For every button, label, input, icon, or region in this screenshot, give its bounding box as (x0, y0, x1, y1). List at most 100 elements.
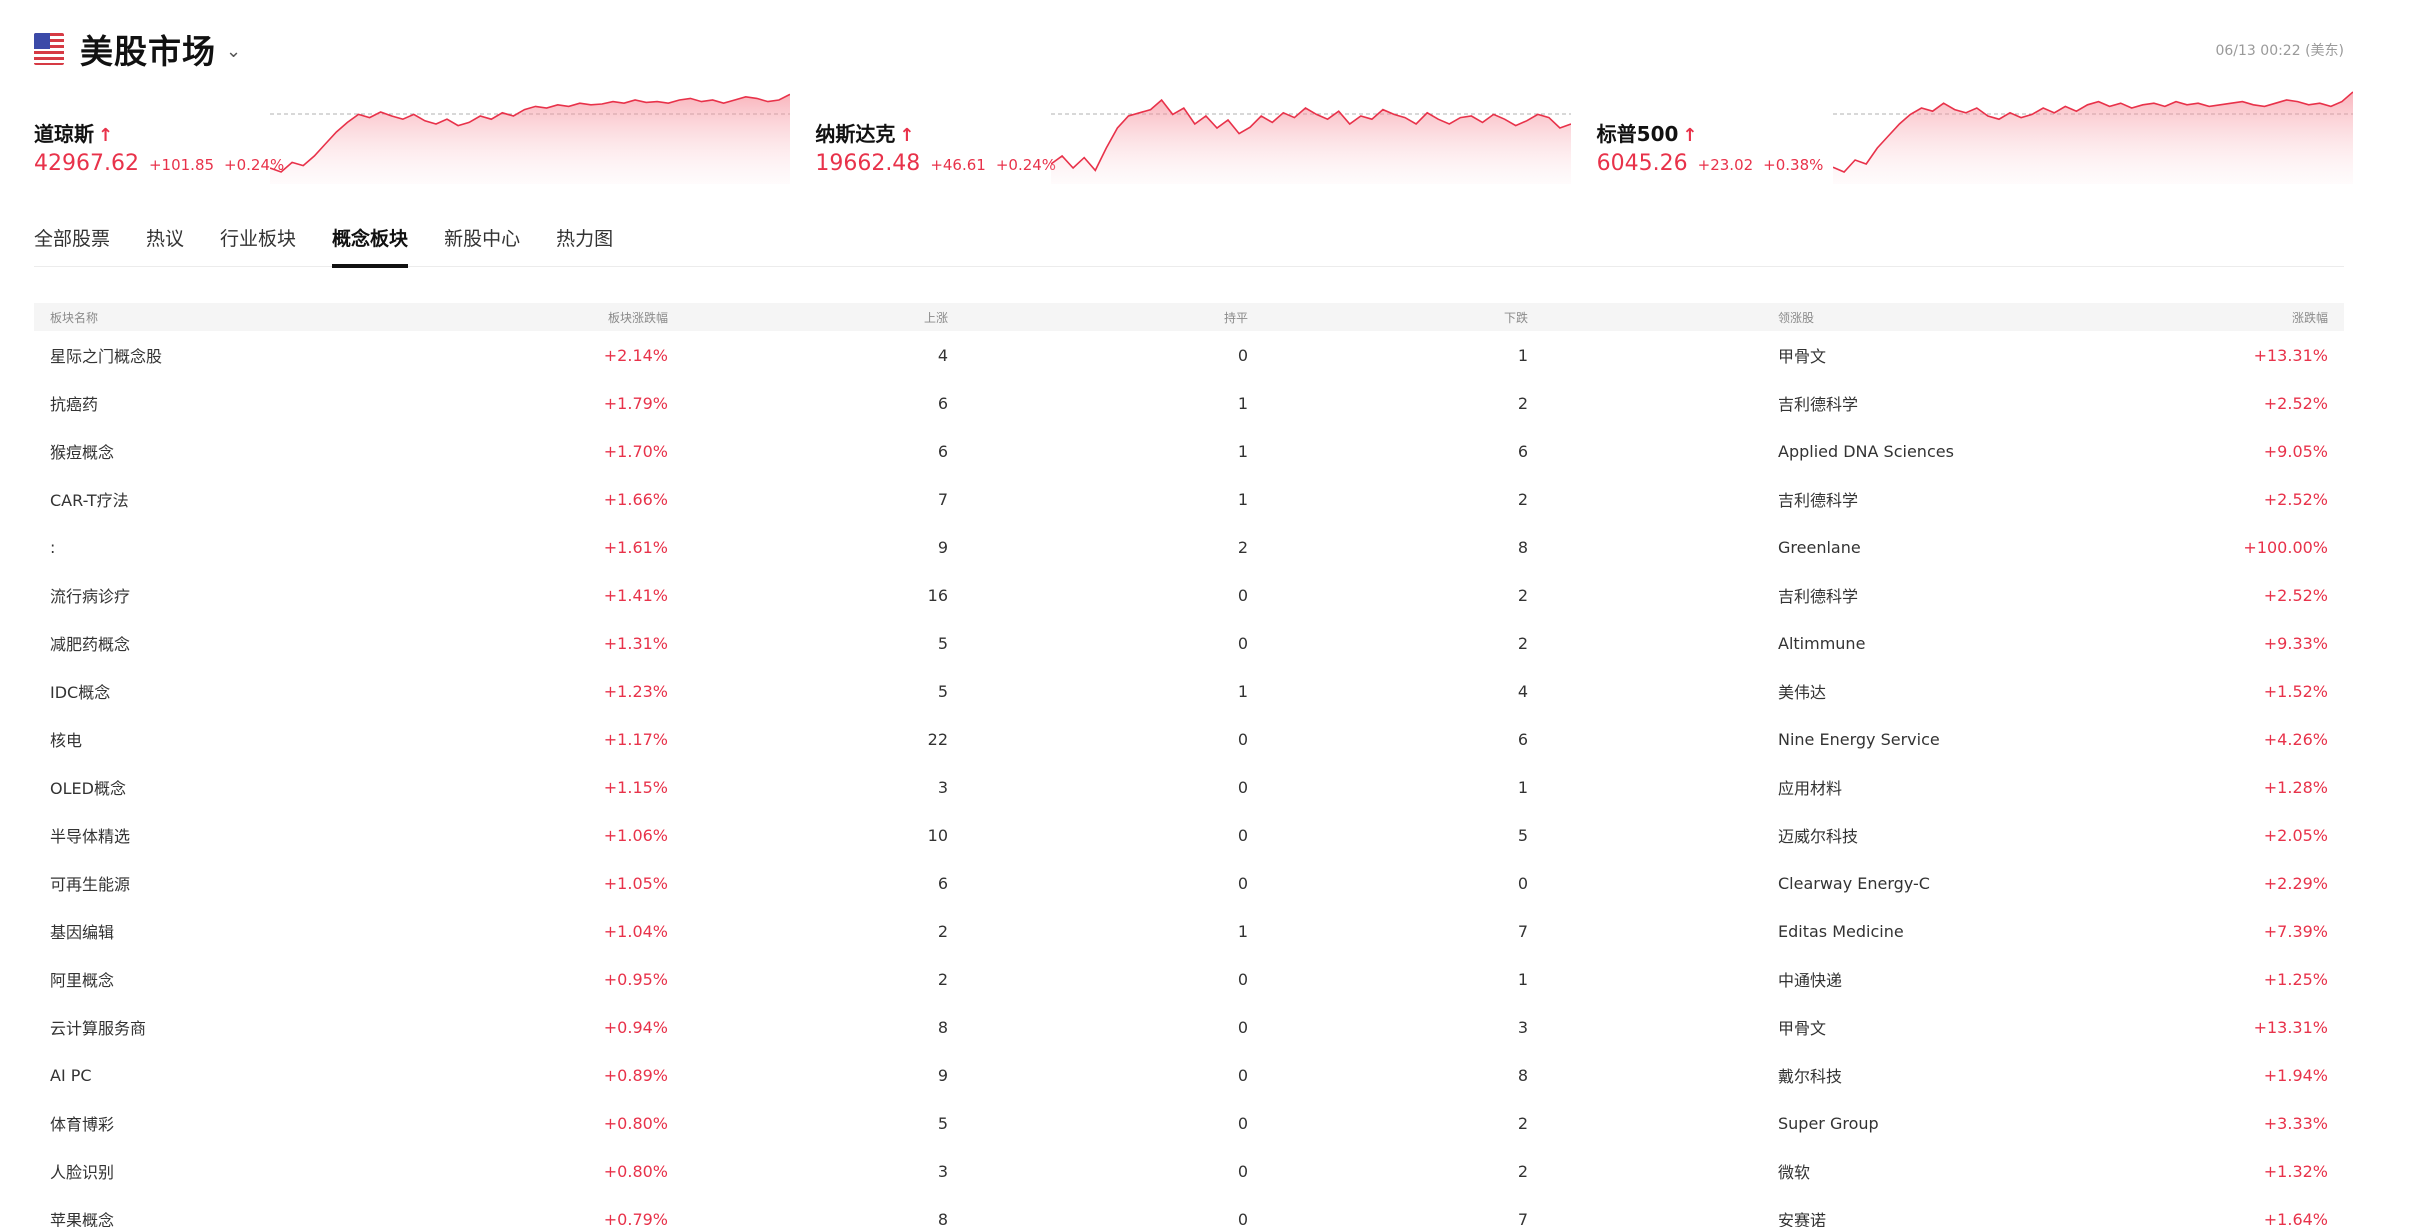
table-row[interactable]: 流行病诊疗 +1.41% 16 0 2 吉利德科学 +2.52% (34, 571, 2344, 619)
leading-stock[interactable]: Nine Energy Service (1528, 730, 2130, 749)
header-sector-change[interactable]: 板块涨跌幅 (558, 309, 668, 326)
up-count: 2 (937, 969, 948, 989)
down-count: 8 (1517, 537, 1528, 557)
leading-stock[interactable]: 安赛诺 (1528, 1207, 2130, 1227)
leading-stock[interactable]: 吉利德科学 (1528, 487, 2130, 511)
index-name: 纳斯达克 (815, 122, 896, 146)
leading-stock[interactable]: 迈威尔科技 (1528, 823, 2130, 847)
flat-count: 1 (1237, 393, 1248, 413)
leading-stock[interactable]: Applied DNA Sciences (1528, 442, 2130, 461)
up-count: 6 (937, 873, 948, 893)
leading-stock[interactable]: 戴尔科技 (1528, 1063, 2130, 1087)
flat-count: 1 (1237, 681, 1248, 701)
sparkline-area (1051, 100, 1572, 184)
leading-stock[interactable]: 甲骨文 (1528, 343, 2130, 367)
table-row[interactable]: 人脸识别 +0.80% 3 0 2 微软 +1.32% (34, 1147, 2344, 1195)
leading-stock[interactable]: 吉利德科学 (1528, 583, 2130, 607)
tab-ipo-center[interactable]: 新股中心 (444, 222, 520, 267)
tab-all-stocks[interactable]: 全部股票 (34, 222, 110, 267)
leading-stock[interactable]: 应用材料 (1528, 775, 2130, 799)
chevron-down-icon[interactable]: ⌄ (226, 41, 241, 62)
down-count: 7 (1517, 921, 1528, 941)
tab-hot-discussion[interactable]: 热议 (146, 222, 184, 267)
leading-stock[interactable]: Greenlane (1528, 538, 2130, 557)
table-row[interactable]: 抗癌药 +1.79% 6 1 2 吉利德科学 +2.52% (34, 379, 2344, 427)
table-row[interactable]: 星际之门概念股 +2.14% 4 0 1 甲骨文 +13.31% (34, 331, 2344, 379)
leading-change: +100.00% (2243, 537, 2328, 557)
leading-stock[interactable]: Altimmune (1528, 634, 2130, 653)
header-sector-name[interactable]: 板块名称 (34, 309, 558, 326)
down-count: 1 (1517, 345, 1528, 365)
sector-name: 星际之门概念股 (50, 347, 163, 366)
table-row[interactable]: 云计算服务商 +0.94% 8 0 3 甲骨文 +13.31% (34, 1003, 2344, 1051)
flat-count: 0 (1237, 729, 1248, 749)
leading-stock[interactable]: Editas Medicine (1528, 922, 2130, 941)
flat-count: 0 (1237, 825, 1248, 845)
sector-change: +1.06% (603, 825, 668, 845)
up-count: 3 (937, 1161, 948, 1181)
flat-count: 1 (1237, 489, 1248, 509)
header-down-count[interactable]: 下跌 (1248, 309, 1528, 326)
header-up-count[interactable]: 上涨 (668, 309, 948, 326)
index-card-sp500[interactable]: 标普500 ↑ 6045.26 +23.02 +0.38% (1597, 84, 2353, 184)
leading-change: +1.64% (2263, 1209, 2328, 1227)
up-count: 22 (927, 729, 948, 749)
up-count: 9 (937, 537, 948, 557)
sector-change: +1.17% (603, 729, 668, 749)
table-row[interactable]: 可再生能源 +1.05% 6 0 0 Clearway Energy-C +2.29% (34, 859, 2344, 907)
sector-table: 板块名称 板块涨跌幅 上涨 持平 下跌 领涨股 涨跌幅 星际之门概念股 +2.14… (34, 303, 2344, 1227)
table-row[interactable]: OLED概念 +1.15% 3 0 1 应用材料 +1.28% (34, 763, 2344, 811)
table-row[interactable]: : +1.61% 9 2 8 Greenlane +100.00% (34, 523, 2344, 571)
header-leading-change[interactable]: 涨跌幅 (2130, 309, 2344, 326)
leading-stock[interactable]: 微软 (1528, 1159, 2130, 1183)
table-row[interactable]: AI PC +0.89% 9 0 8 戴尔科技 +1.94% (34, 1051, 2344, 1099)
flat-count: 0 (1237, 1065, 1248, 1085)
index-change: +101.85 (148, 156, 215, 174)
index-value: 19662.48 (815, 151, 921, 176)
leading-stock[interactable]: Super Group (1528, 1114, 2130, 1133)
table-row[interactable]: IDC概念 +1.23% 5 1 4 美伟达 +1.52% (34, 667, 2344, 715)
us-flag-icon (34, 33, 64, 65)
table-row[interactable]: 苹果概念 +0.79% 8 0 7 安赛诺 +1.64% (34, 1195, 2344, 1227)
index-card-dow[interactable]: 道琼斯 ↑ 42967.62 +101.85 +0.24% (34, 84, 790, 184)
table-row[interactable]: 猴痘概念 +1.70% 6 1 6 Applied DNA Sciences +9.05% (34, 427, 2344, 475)
flat-count: 0 (1237, 1161, 1248, 1181)
table-row[interactable]: 核电 +1.17% 22 0 6 Nine Energy Service +4.26% (34, 715, 2344, 763)
leading-change: +2.52% (2263, 489, 2328, 509)
index-change: +46.61 (930, 156, 986, 174)
header-leading-stock[interactable]: 领涨股 (1528, 309, 2130, 326)
table-row[interactable]: 体育博彩 +0.80% 5 0 2 Super Group +3.33% (34, 1099, 2344, 1147)
sector-name: CAR-T疗法 (50, 491, 129, 510)
leading-stock[interactable]: 甲骨文 (1528, 1015, 2130, 1039)
sector-name: 可再生能源 (50, 875, 131, 894)
leading-stock[interactable]: 美伟达 (1528, 679, 2130, 703)
table-row[interactable]: 阿里概念 +0.95% 2 0 1 中通快递 +1.25% (34, 955, 2344, 1003)
leading-change: +1.28% (2263, 777, 2328, 797)
sector-name: 减肥药概念 (50, 635, 131, 654)
tab-concept-sectors[interactable]: 概念板块 (332, 222, 409, 268)
flat-count: 0 (1237, 1017, 1248, 1037)
market-selector[interactable]: 美股市场 (80, 25, 216, 73)
down-count: 6 (1517, 729, 1528, 749)
table-row[interactable]: 半导体精选 +1.06% 10 0 5 迈威尔科技 +2.05% (34, 811, 2344, 859)
sector-change: +1.41% (603, 585, 668, 605)
table-row[interactable]: 减肥药概念 +1.31% 5 0 2 Altimmune +9.33% (34, 619, 2344, 667)
tab-industry-sectors[interactable]: 行业板块 (220, 222, 296, 267)
up-count: 3 (937, 777, 948, 797)
table-row[interactable]: CAR-T疗法 +1.66% 7 1 2 吉利德科学 +2.52% (34, 475, 2344, 523)
leading-change: +1.25% (2263, 969, 2328, 989)
sparkline-chart (1051, 98, 1572, 184)
down-count: 5 (1517, 825, 1528, 845)
leading-stock[interactable]: 中通快递 (1528, 967, 2130, 991)
down-count: 4 (1517, 681, 1528, 701)
index-card-nasdaq[interactable]: 纳斯达克 ↑ 19662.48 +46.61 +0.24% (815, 84, 1572, 184)
header-flat-count[interactable]: 持平 (948, 309, 1248, 326)
tab-heatmap[interactable]: 热力图 (556, 222, 613, 267)
sector-name: 抗癌药 (50, 395, 99, 414)
tab-bar: 全部股票 热议 行业板块 概念板块 新股中心 热力图 (34, 222, 2344, 268)
leading-stock[interactable]: Clearway Energy-C (1528, 874, 2130, 893)
table-row[interactable]: 基因编辑 +1.04% 2 1 7 Editas Medicine +7.39% (34, 907, 2344, 955)
flat-count: 1 (1237, 921, 1248, 941)
up-count: 8 (937, 1209, 948, 1227)
leading-stock[interactable]: 吉利德科学 (1528, 391, 2130, 415)
